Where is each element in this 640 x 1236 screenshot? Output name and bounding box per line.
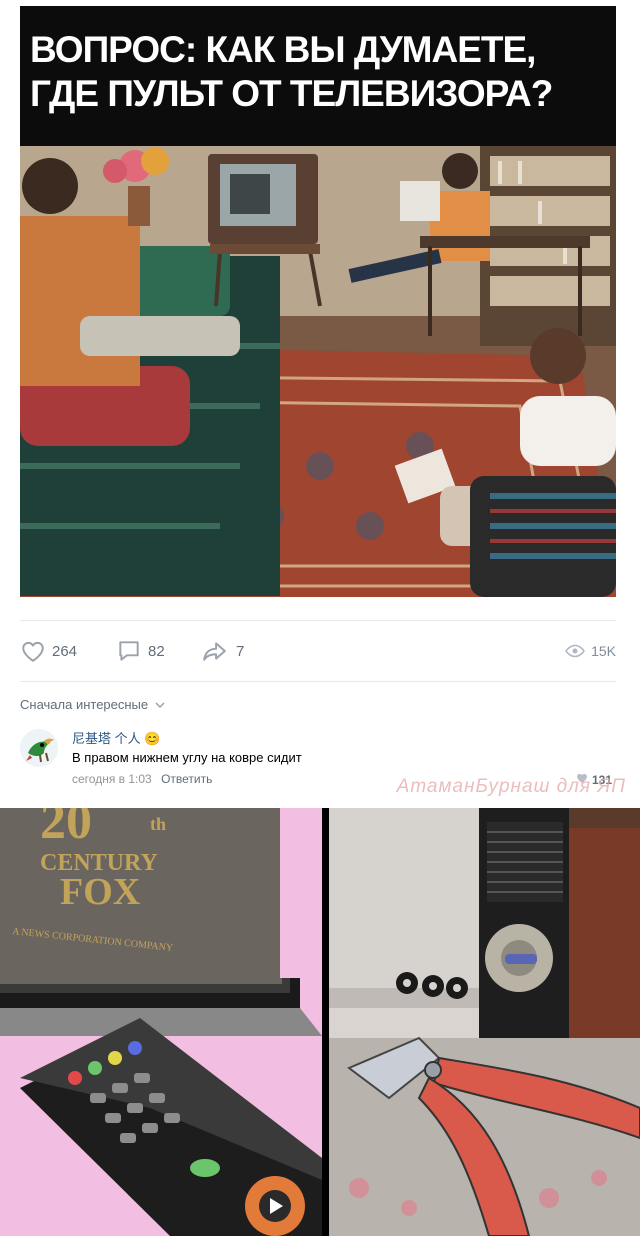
comment-author-emoji: 😊 [144, 731, 161, 746]
living-room-photo[interactable] [20, 146, 616, 597]
fox-logo-fox: FOX [60, 871, 140, 913]
like-count: 264 [52, 642, 78, 660]
reply-button[interactable]: Ответить [161, 772, 212, 786]
comment-sort-dropdown[interactable]: Сначала интересные [20, 697, 165, 712]
comment-timestamp[interactable]: сегодня в 1:03 [72, 772, 152, 786]
bird-avatar-icon [20, 729, 58, 767]
comment-text: В правом нижнем углу на ковре сидит [72, 750, 302, 765]
meme-bottom-image[interactable]: 20 th CENTURY FOX A NEWS CORPORATION COM… [0, 808, 640, 1236]
avatar[interactable] [20, 729, 58, 767]
title-line-2: ГДЕ ПУЛЬТ ОТ ТЕЛЕВИЗОРА? [30, 73, 553, 114]
like-button[interactable]: 264 [20, 639, 77, 663]
comment-button[interactable]: 82 [116, 639, 165, 663]
soviet-tv-pliers-panel [329, 808, 640, 1236]
share-button[interactable]: 7 [200, 639, 244, 663]
comment-count: 82 [148, 642, 165, 660]
modern-tv-remote-illustration: 20 th CENTURY FOX A NEWS CORPORATION COM… [0, 808, 322, 1236]
comment-sort-label: Сначала интересные [20, 697, 149, 712]
share-count: 7 [236, 642, 245, 660]
fox-logo-number: 20 [40, 808, 92, 850]
meme-title-banner: ВОПРОС: КАК ВЫ ДУМАЕТЕ, ГДЕ ПУЛЬТ ОТ ТЕЛ… [20, 6, 616, 146]
eye-icon [565, 644, 585, 658]
post-action-bar: 264 82 7 15K [20, 620, 616, 682]
watermark: АтаманБурнаш для ЯП [396, 776, 626, 797]
fox-logo-suffix: th [150, 814, 166, 834]
title-line-1: ВОПРОС: КАК ВЫ ДУМАЕТЕ, [30, 29, 536, 70]
heart-icon [22, 641, 44, 662]
share-arrow-icon [203, 642, 226, 661]
post-card: ВОПРОС: КАК ВЫ ДУМАЕТЕ, ГДЕ ПУЛЬТ ОТ ТЕЛ… [0, 0, 640, 808]
comment-author-name: 尼基塔 个人 [72, 731, 141, 746]
views-counter: 15K [565, 639, 616, 663]
living-room-illustration [20, 146, 616, 597]
comment-icon [119, 641, 139, 661]
meme-title: ВОПРОС: КАК ВЫ ДУМАЕТЕ, ГДЕ ПУЛЬТ ОТ ТЕЛ… [30, 28, 610, 116]
comment-meta: сегодня в 1:03 Ответить [72, 772, 212, 786]
soviet-tv-pliers-illustration [329, 808, 640, 1236]
comment-author[interactable]: 尼基塔 个人 😊 [72, 728, 160, 747]
modern-tv-remote-panel: 20 th CENTURY FOX A NEWS CORPORATION COM… [0, 808, 322, 1236]
views-count: 15K [591, 643, 616, 659]
chevron-down-icon [155, 702, 165, 709]
